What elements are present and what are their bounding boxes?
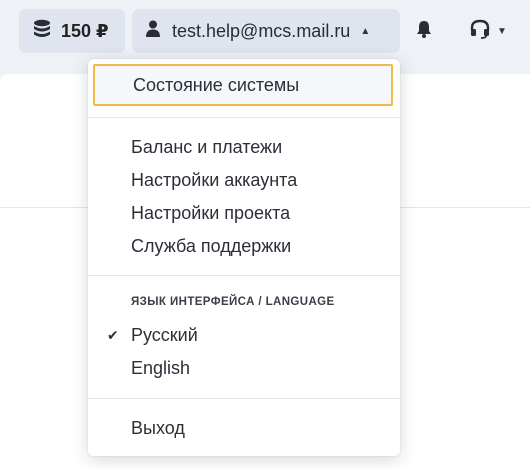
menu-item-account-settings[interactable]: Настройки аккаунта (88, 164, 400, 197)
menu-item-system-status[interactable]: Состояние системы (93, 64, 393, 106)
headset-icon (469, 19, 491, 44)
support-menu-button[interactable]: ▼ (469, 9, 507, 53)
bell-icon (414, 19, 434, 44)
user-dropdown-menu: Состояние системы Баланс и платежи Настр… (88, 59, 400, 456)
user-menu-button[interactable]: test.help@mcs.mail.ru ▲ (132, 9, 400, 53)
menu-separator (88, 275, 400, 276)
menu-item-balance[interactable]: Баланс и платежи (88, 131, 400, 164)
menu-item-language-russian[interactable]: ✔ Русский (88, 319, 400, 352)
user-icon (146, 20, 160, 43)
notifications-button[interactable] (414, 9, 434, 53)
menu-separator (88, 117, 400, 118)
menu-item-language-english[interactable]: English (88, 352, 400, 385)
user-email: test.help@mcs.mail.ru (172, 20, 351, 41)
balance-value: 150 ₽ (61, 20, 109, 41)
caret-down-icon: ▼ (497, 25, 507, 37)
balance-button[interactable]: 150 ₽ (19, 9, 125, 53)
menu-separator (88, 398, 400, 399)
language-label: Русский (131, 325, 198, 345)
checkmark-icon: ✔ (107, 327, 119, 343)
menu-item-support[interactable]: Служба поддержки (88, 230, 400, 263)
language-section-header: ЯЗЫК ИНТЕРФЕЙСА / LANGUAGE (131, 296, 335, 308)
caret-up-icon: ▲ (360, 25, 371, 37)
menu-item-logout[interactable]: Выход (88, 412, 400, 445)
menu-item-project-settings[interactable]: Настройки проекта (88, 197, 400, 230)
database-icon (33, 19, 51, 44)
